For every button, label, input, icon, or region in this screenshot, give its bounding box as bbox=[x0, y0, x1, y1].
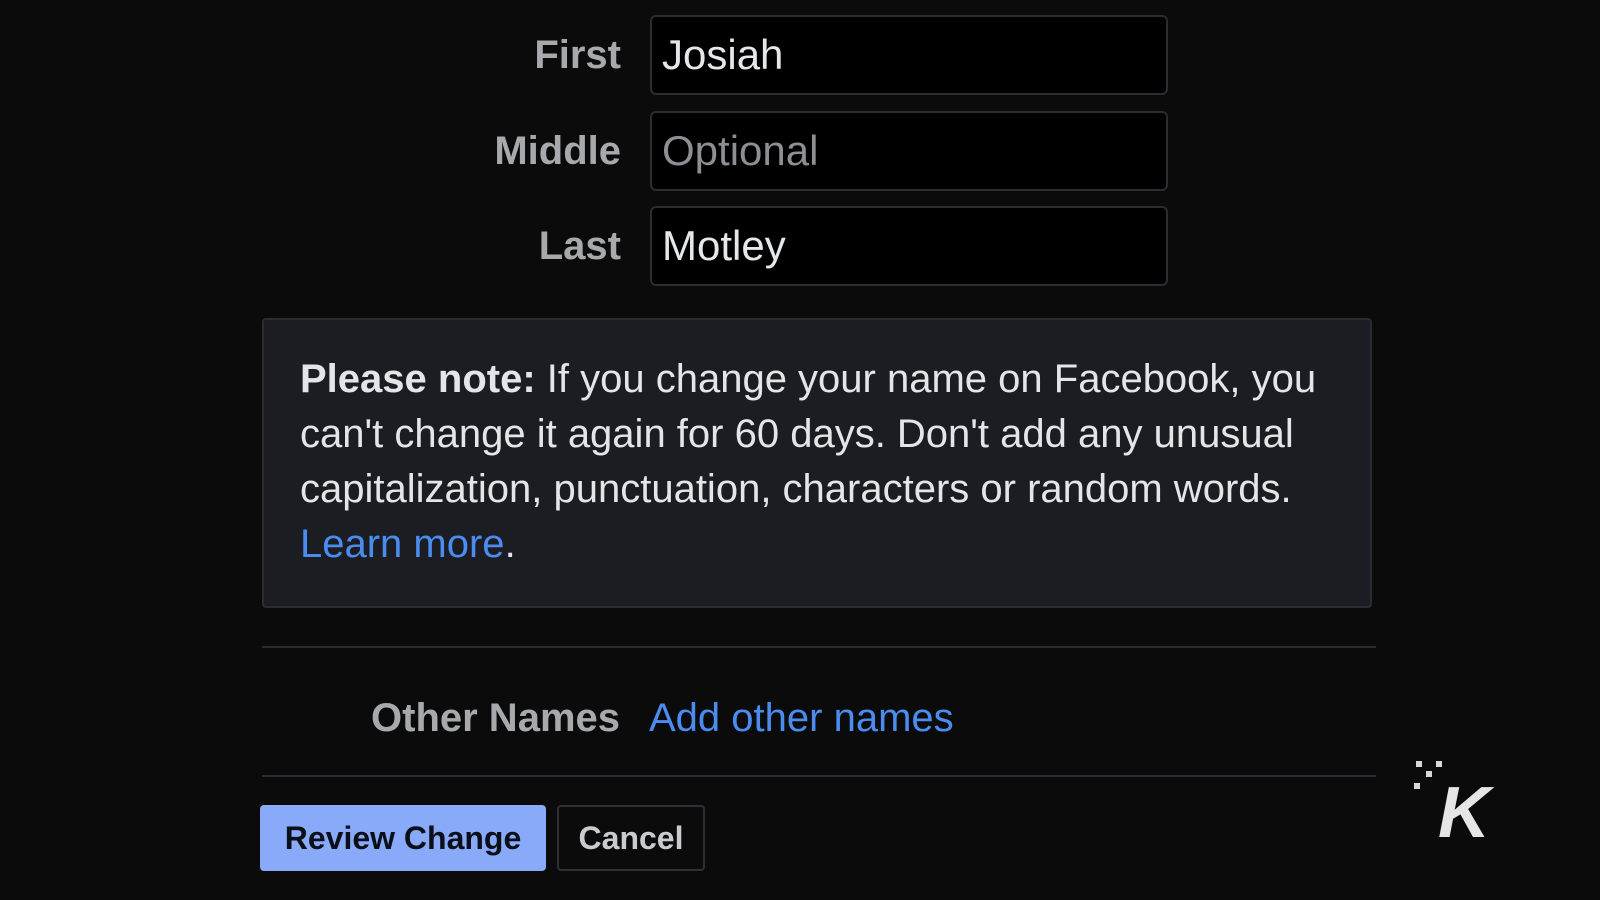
first-name-input[interactable] bbox=[650, 15, 1168, 95]
first-name-label: First bbox=[534, 33, 621, 77]
cancel-button[interactable]: Cancel bbox=[557, 805, 705, 871]
note-end: . bbox=[504, 522, 516, 566]
last-name-row: Last bbox=[0, 206, 1600, 286]
divider-bottom bbox=[262, 775, 1376, 777]
note-heading: Please note: bbox=[300, 357, 536, 401]
watermark-letter: K bbox=[1438, 773, 1495, 853]
last-name-label: Last bbox=[538, 224, 621, 268]
divider-top bbox=[262, 646, 1376, 648]
edit-name-screen: First Middle Last Please note: If you ch… bbox=[0, 0, 1600, 900]
last-name-input[interactable] bbox=[650, 206, 1168, 286]
middle-name-input[interactable] bbox=[650, 111, 1168, 191]
middle-name-row: Middle bbox=[0, 111, 1600, 191]
first-name-row: First bbox=[0, 15, 1600, 95]
name-change-note: Please note: If you change your name on … bbox=[262, 318, 1372, 608]
learn-more-link[interactable]: Learn more bbox=[300, 522, 505, 566]
review-change-button[interactable]: Review Change bbox=[260, 805, 546, 871]
middle-name-label: Middle bbox=[494, 129, 621, 173]
watermark-logo-icon: K bbox=[1414, 761, 1495, 853]
other-names-label: Other Names bbox=[371, 696, 620, 740]
add-other-names-link[interactable]: Add other names bbox=[649, 693, 954, 743]
